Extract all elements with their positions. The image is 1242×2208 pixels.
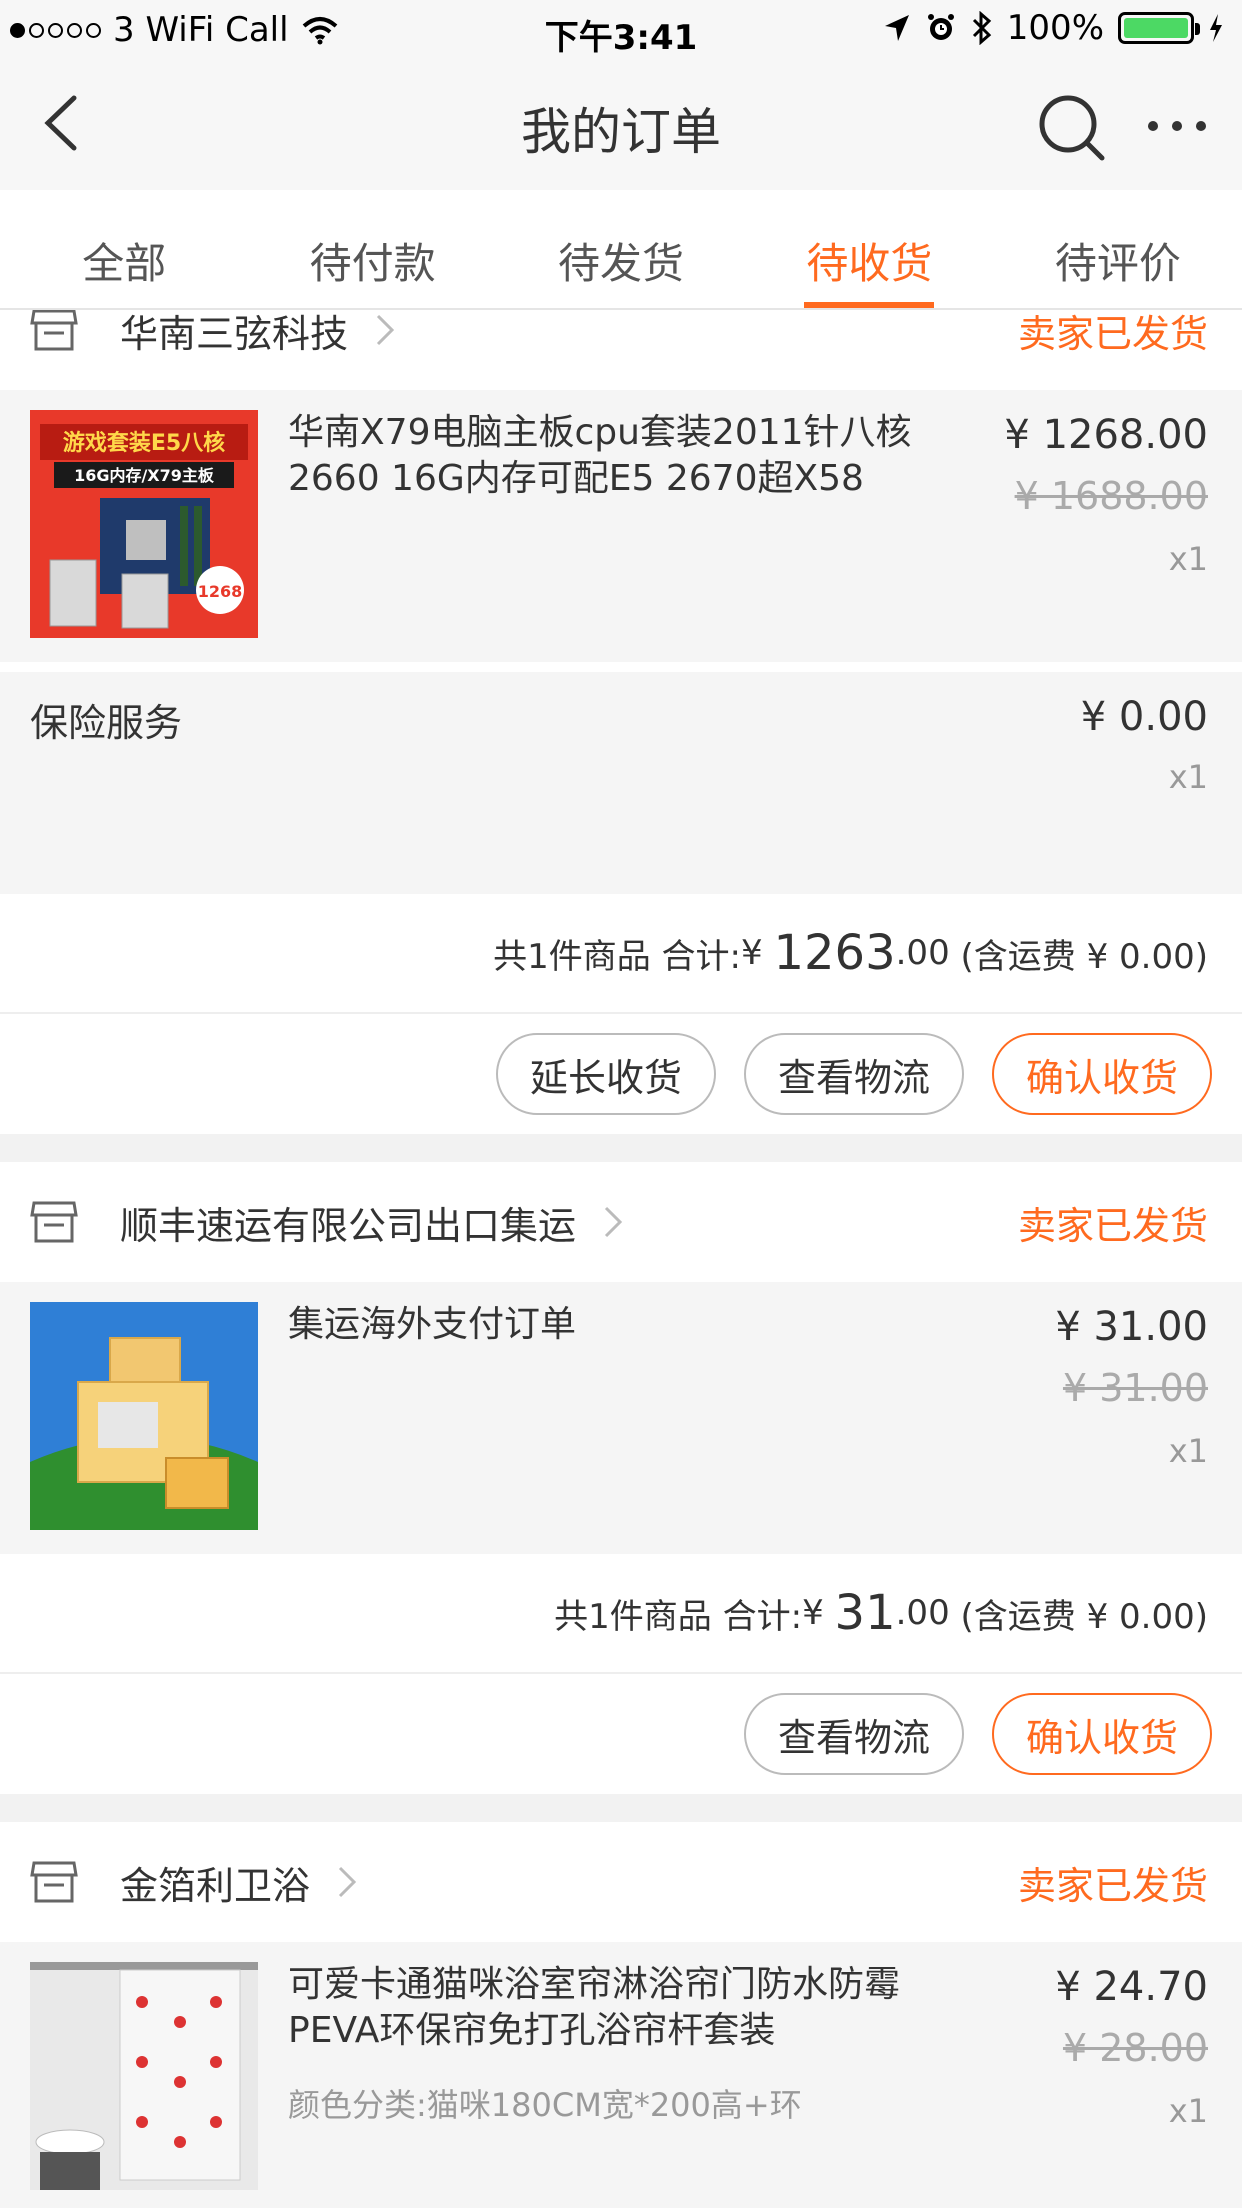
item-price: ¥ 31.00	[1055, 1304, 1208, 1350]
svg-text:游戏套装E5八核: 游戏套装E5八核	[63, 430, 225, 456]
shop-icon	[30, 1861, 78, 1903]
confirm-receipt-button[interactable]: 确认收货	[991, 1033, 1212, 1115]
svg-text:1268: 1268	[198, 582, 243, 601]
order-status: 卖家已发货	[1017, 311, 1208, 356]
item-quantity: x1	[1168, 540, 1208, 578]
shop-icon	[30, 310, 78, 351]
item-quantity: x1	[1168, 2092, 1208, 2130]
view-logistics-button[interactable]: 查看物流	[743, 1033, 964, 1115]
order-item[interactable]: 集运海外支付订单 ¥ 31.00 ¥ 31.00 x1	[0, 1282, 1242, 1554]
total-amount: 1263	[773, 925, 896, 981]
order-list[interactable]: 华南三弦科技 卖家已发货 游戏套装E5八核 16G内存/X79主板 1268 华…	[0, 310, 1242, 2208]
order-item[interactable]: 游戏套装E5八核 16G内存/X79主板 1268 华南X79电脑主板cpu套装…	[0, 390, 1242, 662]
bluetooth-icon	[972, 11, 991, 45]
tab-pending-payment[interactable]: 待付款	[248, 190, 496, 308]
order-item[interactable]: 可爱卡通猫咪浴室帘淋浴帘门防水防霉PEVA环保帘免打孔浴帘杆套装 颜色分类:猫咪…	[0, 1942, 1242, 2208]
item-title: 华南X79电脑主板cpu套装2011针八核2660 16G内存可配E5 2670…	[288, 412, 912, 499]
insurance-quantity: x1	[1168, 758, 1208, 796]
total-amount: 31	[834, 1585, 896, 1641]
more-dots-icon[interactable]	[1148, 116, 1206, 136]
battery-icon	[1118, 12, 1200, 44]
item-original-price: ¥ 28.00	[1062, 2026, 1208, 2070]
shop-name: 金箔利卫浴	[120, 1863, 311, 1908]
status-bar: 3 WiFi Call 下午3:41 100%	[0, 0, 1242, 62]
order-status: 卖家已发货	[1017, 1863, 1208, 1908]
item-price: ¥ 1268.00	[1004, 412, 1208, 458]
location-arrow-icon	[884, 15, 909, 41]
item-title: 可爱卡通猫咪浴室帘淋浴帘门防水防霉PEVA环保帘免打孔浴帘杆套装	[288, 1964, 901, 2051]
item-quantity: x1	[1168, 1432, 1208, 1470]
item-original-price: ¥ 31.00	[1062, 1366, 1208, 1410]
chevron-right-icon	[604, 1206, 623, 1238]
tab-all[interactable]: 全部	[0, 190, 248, 308]
item-count: 共1件商品	[493, 936, 651, 977]
alarm-icon	[927, 14, 954, 40]
navigation-bar: 我的订单	[0, 62, 1242, 190]
search-icon[interactable]	[1036, 92, 1108, 164]
total-currency: ¥	[741, 933, 763, 973]
tab-pending-shipment[interactable]: 待发货	[497, 190, 745, 308]
order-card: 金箔利卫浴 卖家已发货 可爱卡通猫咪浴室帘淋浴帘门防水防霉PEVA环保帘免打孔浴…	[0, 1822, 1242, 2208]
shipping-fee: (含运费 ¥ 0.00)	[960, 1596, 1208, 1637]
order-total: 共1件商品 合计: ¥ 1263 .00 (含运费 ¥ 0.00)	[0, 894, 1242, 1014]
total-decimals: .00	[895, 1593, 950, 1633]
insurance-label: 保险服务	[30, 701, 183, 745]
shipping-fee: (含运费 ¥ 0.00)	[960, 936, 1208, 977]
tab-pending-receipt[interactable]: 待收货	[745, 190, 993, 308]
total-label: 合计:	[661, 936, 742, 977]
item-sku: 颜色分类:猫咪180CM宽*200高+环	[288, 2086, 802, 2124]
shop-name: 顺丰速运有限公司出口集运	[120, 1203, 577, 1248]
order-total: 共1件商品 合计: ¥ 31 .00 (含运费 ¥ 0.00)	[0, 1554, 1242, 1674]
tab-pending-review[interactable]: 待评价	[994, 190, 1242, 308]
shop-header[interactable]: 顺丰速运有限公司出口集运 卖家已发货	[0, 1162, 1242, 1282]
total-currency: ¥	[802, 1593, 824, 1633]
chevron-right-icon	[376, 314, 395, 346]
shop-name: 华南三弦科技	[120, 311, 349, 356]
shop-icon	[30, 1201, 78, 1243]
motherboard-product-image: 游戏套装E5八核 16G内存/X79主板 1268	[30, 410, 258, 638]
item-original-price: ¥ 1688.00	[1014, 474, 1208, 518]
order-actions: 查看物流 确认收货	[0, 1674, 1242, 1794]
order-card: 华南三弦科技 卖家已发货 游戏套装E5八核 16G内存/X79主板 1268 华…	[0, 310, 1242, 1134]
battery-percent: 100%	[1006, 8, 1104, 48]
status-right: 100%	[883, 8, 1224, 48]
order-status: 卖家已发货	[1017, 1203, 1208, 1248]
parcel-boxes-image	[30, 1302, 258, 1530]
total-label: 合计:	[722, 1596, 803, 1637]
insurance-service-row[interactable]: 保险服务 ¥ 0.00 x1	[0, 662, 1242, 894]
item-count: 共1件商品	[554, 1596, 712, 1637]
shop-header[interactable]: 华南三弦科技 卖家已发货	[0, 310, 1242, 390]
view-logistics-button[interactable]: 查看物流	[743, 1693, 964, 1775]
shop-header[interactable]: 金箔利卫浴 卖家已发货	[0, 1822, 1242, 1942]
svg-text:16G内存/X79主板: 16G内存/X79主板	[74, 466, 215, 485]
charging-bolt-icon	[1210, 14, 1222, 42]
order-actions: 延长收货 查看物流 确认收货	[0, 1014, 1242, 1134]
confirm-receipt-button[interactable]: 确认收货	[991, 1693, 1212, 1775]
shower-curtain-image	[30, 1962, 258, 2190]
total-decimals: .00	[895, 933, 950, 973]
chevron-right-icon	[338, 1866, 357, 1898]
insurance-price: ¥ 0.00	[1080, 694, 1208, 740]
order-card: 顺丰速运有限公司出口集运 卖家已发货 集运海外支付订单 ¥ 31.00 ¥ 31…	[0, 1162, 1242, 1794]
extend-receipt-button[interactable]: 延长收货	[495, 1033, 716, 1115]
item-title: 集运海外支付订单	[288, 1304, 577, 1345]
order-tabs: 全部 待付款 待发货 待收货 待评价	[0, 190, 1242, 310]
item-price: ¥ 24.70	[1055, 1964, 1208, 2010]
